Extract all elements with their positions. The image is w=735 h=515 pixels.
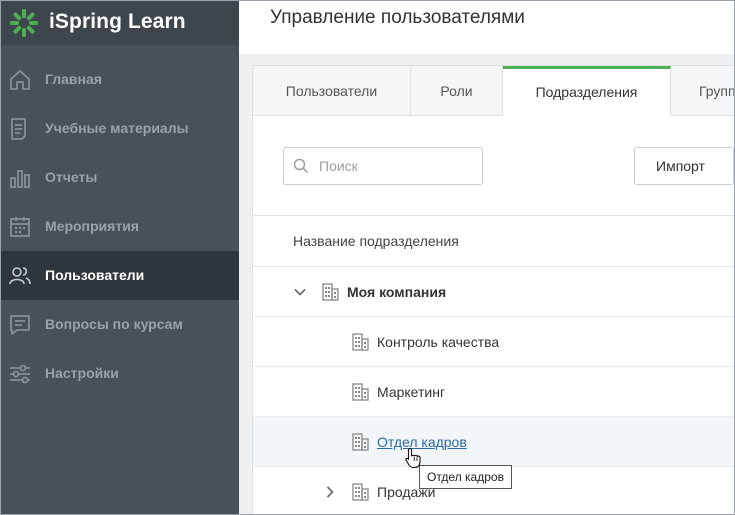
table-row[interactable]: Контроль качества [253, 317, 734, 367]
sidebar-item-label: Отчеты [45, 169, 98, 185]
sidebar-item-events[interactable]: Мероприятия [1, 202, 239, 251]
column-header-department-name[interactable]: Название подразделения [293, 233, 459, 249]
sidebar-item-home[interactable]: Главная [1, 55, 239, 104]
sidebar-item-label: Мероприятия [45, 218, 139, 234]
department-name[interactable]: Контроль качества [377, 334, 499, 350]
sidebar-item-label: Вопросы по курсам [45, 316, 183, 332]
sidebar-item-label: Учебные материалы [45, 120, 189, 136]
page-header: Управление пользователями [239, 1, 734, 54]
tooltip: Отдел кадров [419, 465, 512, 489]
table-row[interactable]: Отдел кадров [253, 417, 734, 467]
import-button[interactable]: Импорт [634, 147, 734, 185]
tab-label: Пользователи [285, 82, 378, 99]
departments-panel: Пользователи Роли Подразделения Групп По… [252, 65, 735, 514]
app-name: iSpring Learn [49, 10, 186, 33]
chevron-down-icon[interactable] [293, 285, 307, 299]
home-icon [10, 70, 30, 90]
tab-bar: Пользователи Роли Подразделения Групп [253, 66, 735, 116]
chat-icon [10, 315, 30, 335]
search-icon [293, 158, 309, 174]
sidebar-item-settings[interactable]: Настройки [1, 349, 239, 398]
building-icon [352, 333, 369, 351]
table-row[interactable]: Моя компания [253, 267, 734, 317]
tab-groups[interactable]: Групп [671, 66, 735, 116]
sidebar-item-label: Пользователи [45, 267, 145, 283]
tab-roles[interactable]: Роли [411, 66, 503, 116]
department-name[interactable]: Маркетинг [377, 384, 445, 400]
table-row[interactable]: Маркетинг [253, 367, 734, 417]
search-box [283, 147, 483, 185]
search-input[interactable] [319, 148, 479, 184]
page-title: Управление пользователями [270, 7, 525, 28]
tab-label: Групп [699, 82, 735, 99]
sidebar-nav: Главная Учебные материалы Отчеты Меропри… [1, 55, 239, 398]
logo[interactable]: iSpring Learn [1, 1, 239, 45]
sidebar-item-learning-materials[interactable]: Учебные материалы [1, 104, 239, 153]
app-window: iSpring Learn Главная Учебные материалы [0, 0, 735, 515]
building-icon [322, 283, 339, 301]
tab-departments[interactable]: Подразделения [503, 66, 671, 116]
sidebar-item-label: Главная [45, 71, 102, 87]
sidebar-item-users[interactable]: Пользователи [1, 251, 239, 300]
table-header: Название подразделения [253, 215, 734, 267]
tab-users[interactable]: Пользователи [253, 66, 411, 116]
tab-label: Подразделения [535, 84, 638, 100]
tab-label: Роли [440, 82, 473, 99]
sliders-icon [10, 364, 30, 384]
sidebar-item-reports[interactable]: Отчеты [1, 153, 239, 202]
chevron-right-icon[interactable] [323, 485, 337, 499]
document-icon [11, 118, 26, 140]
sidebar-item-label: Настройки [45, 365, 119, 381]
users-icon [9, 267, 31, 285]
sidebar: iSpring Learn Главная Учебные материалы [1, 1, 239, 514]
department-name[interactable]: Моя компания [347, 284, 446, 300]
sidebar-item-course-questions[interactable]: Вопросы по курсам [1, 300, 239, 349]
main-content: Пользователи Роли Подразделения Групп По… [239, 54, 735, 514]
building-icon [352, 383, 369, 401]
calendar-icon [10, 217, 30, 237]
bar-chart-icon [10, 170, 30, 188]
building-icon [352, 483, 369, 501]
building-icon [352, 433, 369, 451]
hand-pointer-icon [405, 447, 421, 469]
ispring-logo-icon [10, 9, 38, 37]
